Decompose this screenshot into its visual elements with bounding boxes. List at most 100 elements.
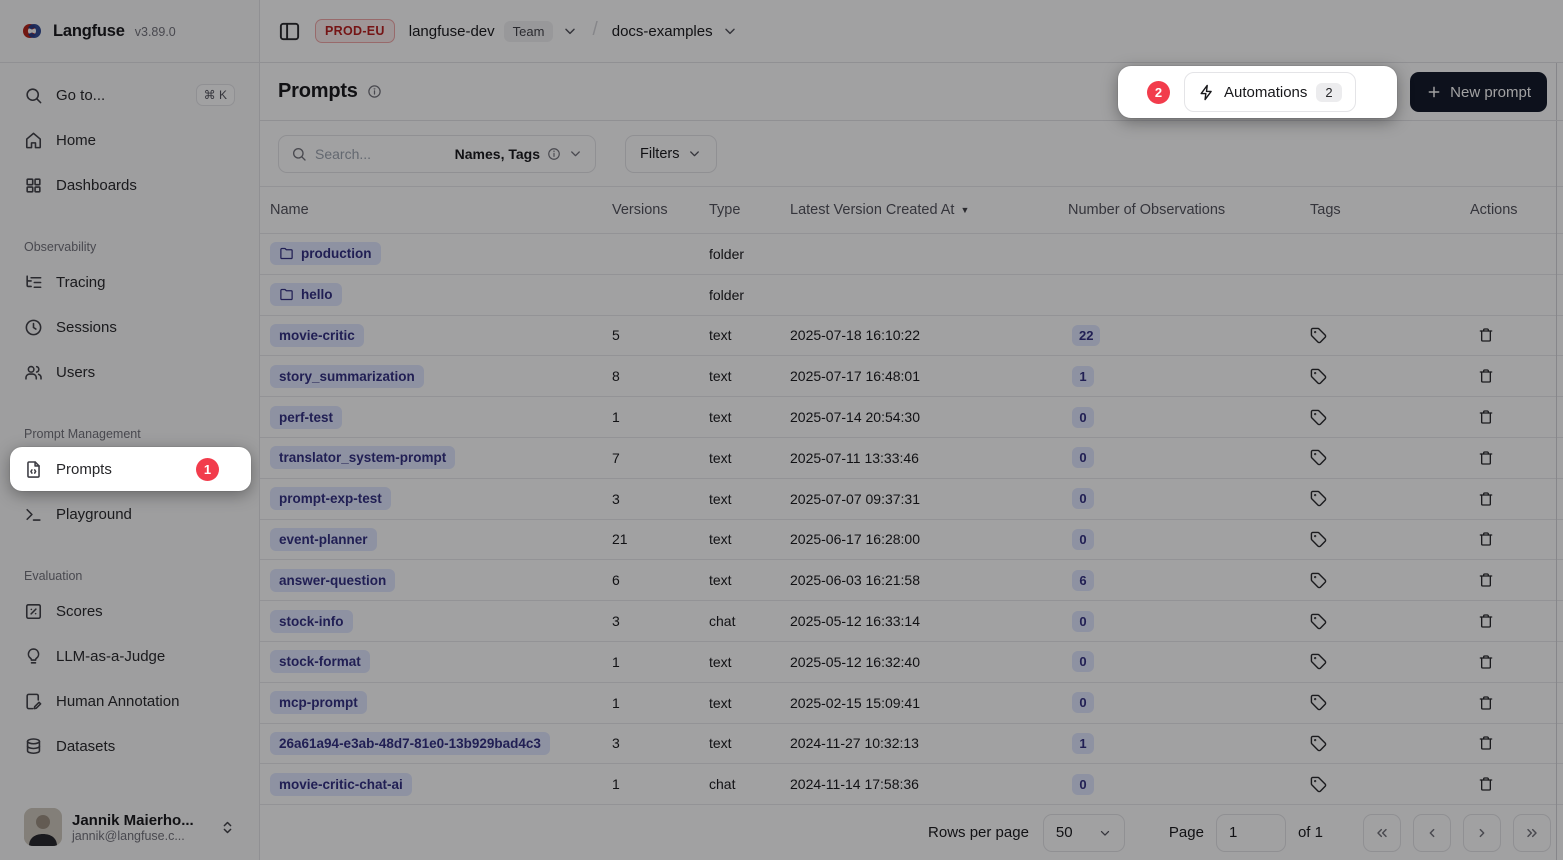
column-header-created-at[interactable]: Latest Version Created At ▼: [790, 202, 1068, 218]
prompt-name-chip[interactable]: perf-test: [270, 406, 342, 429]
table-row[interactable]: stock-info 3 chat 2025-05-12 16:33:14 0: [260, 601, 1563, 642]
sidebar-item-users[interactable]: Users: [10, 352, 249, 392]
versions-cell: 3: [612, 613, 709, 629]
tag-icon-button[interactable]: [1310, 694, 1327, 711]
tags-cell: [1310, 776, 1470, 793]
prompt-name-chip[interactable]: movie-critic: [270, 324, 364, 347]
tag-icon-button[interactable]: [1310, 613, 1327, 630]
table-body: production folder hello folder: [260, 234, 1563, 805]
table-row[interactable]: event-planner 21 text 2025-06-17 16:28:0…: [260, 520, 1563, 561]
go-to-search[interactable]: Go to... ⌘ K: [10, 75, 249, 115]
search-input[interactable]: Search... Names, Tags: [278, 135, 596, 173]
column-header-versions[interactable]: Versions: [612, 202, 709, 218]
table-row[interactable]: 26a61a94-e3ab-48d7-81e0-13b929bad4c3 3 t…: [260, 724, 1563, 765]
tag-icon-button[interactable]: [1310, 490, 1327, 507]
delete-row-button[interactable]: [1478, 450, 1494, 466]
sidebar-item-scores[interactable]: Scores: [10, 591, 249, 631]
sidebar-item-prompts[interactable]: Prompts 1: [10, 447, 251, 491]
delete-row-button[interactable]: [1478, 613, 1494, 629]
tag-icon-button[interactable]: [1310, 368, 1327, 385]
prompt-name-chip[interactable]: 26a61a94-e3ab-48d7-81e0-13b929bad4c3: [270, 732, 550, 755]
new-prompt-button[interactable]: New prompt: [1410, 72, 1547, 112]
delete-row-button[interactable]: [1478, 409, 1494, 425]
prompt-name-chip[interactable]: answer-question: [270, 569, 395, 592]
table-row[interactable]: perf-test 1 text 2025-07-14 20:54:30 0: [260, 397, 1563, 438]
prompt-name-chip[interactable]: prompt-exp-test: [270, 487, 391, 510]
table-row[interactable]: mcp-prompt 1 text 2025-02-15 15:09:41 0: [260, 683, 1563, 724]
prompt-name-chip[interactable]: hello: [270, 283, 342, 306]
sidebar-toggle-button[interactable]: [278, 20, 301, 43]
table-row[interactable]: movie-critic 5 text 2025-07-18 16:10:22 …: [260, 316, 1563, 357]
prompt-name-chip[interactable]: production: [270, 242, 381, 265]
table-row[interactable]: stock-format 1 text 2025-05-12 16:32:40 …: [260, 642, 1563, 683]
table-row[interactable]: movie-critic-chat-ai 1 chat 2024-11-14 1…: [260, 764, 1563, 805]
prompt-name: translator_system-prompt: [279, 450, 446, 465]
sidebar-item-llm-as-a-judge[interactable]: LLM-as-a-Judge: [10, 636, 249, 676]
folder-icon: [279, 287, 294, 302]
tag-icon-button[interactable]: [1310, 735, 1327, 752]
tag-icon-button[interactable]: [1310, 409, 1327, 426]
automations-button[interactable]: Automations 2: [1184, 72, 1356, 112]
prompt-name-chip[interactable]: event-planner: [270, 528, 377, 551]
sidebar-item-human-annotation[interactable]: Human Annotation: [10, 681, 249, 721]
tag-icon-button[interactable]: [1310, 449, 1327, 466]
previous-page-button[interactable]: [1413, 814, 1451, 852]
prompt-name-chip[interactable]: movie-critic-chat-ai: [270, 773, 412, 796]
sidebar-section-evaluation: Evaluation: [10, 569, 249, 583]
sidebar-item-playground[interactable]: Playground: [10, 494, 249, 534]
rows-per-page-select[interactable]: 50: [1043, 814, 1125, 852]
last-page-button[interactable]: [1513, 814, 1551, 852]
project-switcher[interactable]: docs-examples: [612, 23, 738, 40]
prompt-name-chip[interactable]: stock-info: [270, 610, 353, 633]
delete-row-button[interactable]: [1478, 776, 1494, 792]
name-cell: stock-format: [270, 650, 612, 673]
table-row[interactable]: hello folder: [260, 275, 1563, 316]
observations-cell: 0: [1068, 447, 1310, 468]
sidebar-item-home[interactable]: Home: [10, 120, 249, 160]
prompt-name-chip[interactable]: stock-format: [270, 650, 370, 673]
table-row[interactable]: production folder: [260, 234, 1563, 275]
tag-icon-button[interactable]: [1310, 327, 1327, 344]
delete-row-button[interactable]: [1478, 491, 1494, 507]
sidebar-item-datasets[interactable]: Datasets: [10, 726, 249, 766]
delete-row-button[interactable]: [1478, 368, 1494, 384]
user-menu[interactable]: Jannik Maierho... jannik@langfuse.c...: [10, 796, 249, 860]
column-header-name[interactable]: Name: [270, 202, 612, 218]
table-row[interactable]: prompt-exp-test 3 text 2025-07-07 09:37:…: [260, 479, 1563, 520]
prompt-name-chip[interactable]: mcp-prompt: [270, 691, 367, 714]
versions-cell: 6: [612, 572, 709, 588]
observations-cell: 6: [1068, 570, 1310, 591]
filters-button[interactable]: Filters: [625, 135, 717, 173]
organization-switcher[interactable]: langfuse-dev Team: [409, 21, 579, 42]
column-header-label: Latest Version Created At: [790, 202, 954, 218]
page-number-input[interactable]: [1216, 814, 1286, 852]
table-row[interactable]: story_summarization 8 text 2025-07-17 16…: [260, 356, 1563, 397]
tag-icon-button[interactable]: [1310, 776, 1327, 793]
type-cell: text: [709, 409, 790, 425]
chevrons-left-icon: [1374, 825, 1390, 841]
delete-row-button[interactable]: [1478, 572, 1494, 588]
delete-row-button[interactable]: [1478, 327, 1494, 343]
trash-icon: [1478, 327, 1494, 343]
sidebar-item-tracing[interactable]: Tracing: [10, 262, 249, 302]
prompt-name-chip[interactable]: story_summarization: [270, 365, 424, 388]
column-header-tags[interactable]: Tags: [1310, 202, 1470, 218]
next-page-button[interactable]: [1463, 814, 1501, 852]
tag-icon-button[interactable]: [1310, 572, 1327, 589]
column-header-type[interactable]: Type: [709, 202, 790, 218]
column-header-observations[interactable]: Number of Observations: [1068, 202, 1310, 218]
table-row[interactable]: translator_system-prompt 7 text 2025-07-…: [260, 438, 1563, 479]
tag-icon-button[interactable]: [1310, 653, 1327, 670]
delete-row-button[interactable]: [1478, 735, 1494, 751]
prompt-name-chip[interactable]: translator_system-prompt: [270, 446, 455, 469]
table-row[interactable]: answer-question 6 text 2025-06-03 16:21:…: [260, 560, 1563, 601]
search-scope-dropdown[interactable]: Names, Tags: [455, 146, 583, 162]
info-icon[interactable]: [367, 84, 382, 99]
delete-row-button[interactable]: [1478, 531, 1494, 547]
delete-row-button[interactable]: [1478, 654, 1494, 670]
tag-icon-button[interactable]: [1310, 531, 1327, 548]
sidebar-item-sessions[interactable]: Sessions: [10, 307, 249, 347]
sidebar-item-dashboards[interactable]: Dashboards: [10, 165, 249, 205]
first-page-button[interactable]: [1363, 814, 1401, 852]
delete-row-button[interactable]: [1478, 695, 1494, 711]
